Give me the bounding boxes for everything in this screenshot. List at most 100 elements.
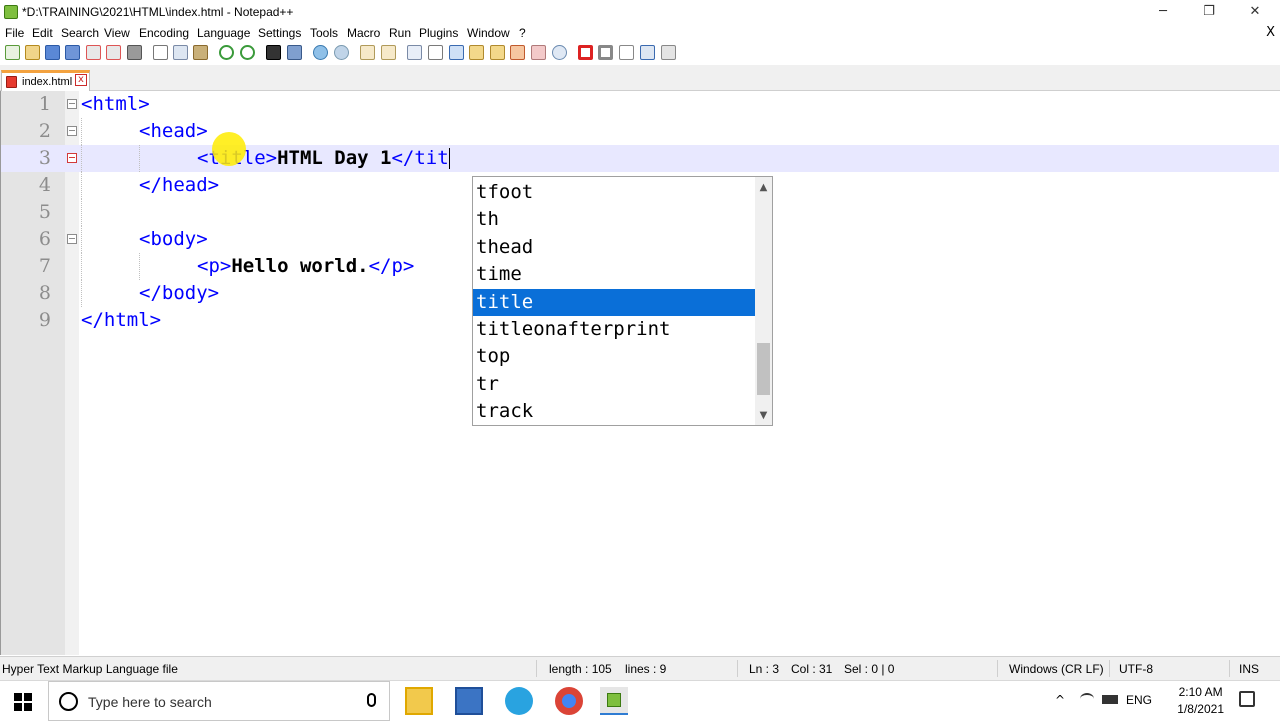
save-macro-icon[interactable] (661, 45, 676, 60)
sync-vertical-icon[interactable] (360, 45, 375, 60)
tab-close-icon[interactable]: x (75, 74, 87, 86)
toolbar (0, 43, 1280, 65)
user-language-icon[interactable] (469, 45, 484, 60)
menu-search[interactable]: Search (61, 26, 99, 40)
paste-icon[interactable] (193, 45, 208, 60)
line-number: 6 (38, 228, 51, 250)
fold-toggle-icon[interactable] (67, 153, 77, 163)
tray-overflow-chevron-icon[interactable]: ^ (1055, 693, 1065, 707)
tab-index-html[interactable]: index.html x (1, 70, 90, 91)
menu-encoding[interactable]: Encoding (139, 26, 189, 40)
menu-settings[interactable]: Settings (258, 26, 301, 40)
menu-file[interactable]: File (5, 26, 24, 40)
cut-icon[interactable] (153, 45, 168, 60)
scrollbar-thumb[interactable] (757, 343, 770, 395)
menu-help[interactable]: ? (519, 26, 526, 40)
windows-start-icon[interactable] (14, 693, 32, 711)
fold-toggle-icon[interactable] (67, 99, 77, 109)
autocomplete-scrollbar[interactable]: ▲ ▼ (755, 177, 772, 425)
find-icon[interactable] (266, 45, 281, 60)
autocomplete-item[interactable]: track (473, 398, 755, 425)
autocomplete-item[interactable]: tfoot (473, 179, 755, 206)
copy-icon[interactable] (173, 45, 188, 60)
monitoring-icon[interactable] (552, 45, 567, 60)
microphone-icon[interactable] (367, 693, 376, 707)
fold-toggle-icon[interactable] (67, 126, 77, 136)
undo-icon[interactable] (219, 45, 234, 60)
autocomplete-list[interactable]: tfoot th thead time title titleonafterpr… (472, 176, 773, 426)
eol-format-label[interactable]: Windows (CR LF) (1009, 662, 1104, 676)
file-explorer-icon[interactable] (405, 687, 433, 715)
code-text: <body> (139, 228, 208, 250)
taskbar-search-box[interactable]: Type here to search (48, 681, 390, 721)
replace-icon[interactable] (287, 45, 302, 60)
word-wrap-icon[interactable] (407, 45, 422, 60)
close-icon[interactable] (86, 45, 101, 60)
zoom-in-icon[interactable] (313, 45, 328, 60)
new-file-icon[interactable] (5, 45, 20, 60)
code-line-2[interactable]: 2 <head> (1, 118, 1279, 145)
encoding-label[interactable]: UTF-8 (1119, 662, 1153, 676)
menu-edit[interactable]: Edit (32, 26, 53, 40)
fold-toggle-icon[interactable] (67, 234, 77, 244)
wifi-icon[interactable] (1080, 693, 1094, 705)
line-number: 5 (38, 201, 51, 223)
tab-label: index.html (22, 76, 73, 88)
lines-label: lines : 9 (625, 662, 667, 676)
chrome-icon[interactable] (555, 687, 583, 715)
scroll-down-arrow-icon[interactable]: ▼ (755, 407, 772, 424)
code-line-1[interactable]: 1 <html> (1, 91, 1279, 118)
taskbar-clock[interactable]: 2:10 AM 1/8/2021 (1177, 684, 1224, 718)
autocomplete-item[interactable]: time (473, 261, 755, 288)
battery-icon[interactable] (1102, 695, 1118, 704)
status-divider (1109, 660, 1110, 677)
folder-workspace-icon[interactable] (531, 45, 546, 60)
close-document-icon[interactable]: X (1266, 25, 1275, 40)
selection-label: Sel : 0 | 0 (844, 662, 895, 676)
open-file-icon[interactable] (25, 45, 40, 60)
autocomplete-item[interactable]: th (473, 206, 755, 233)
status-divider (536, 660, 537, 677)
redo-icon[interactable] (240, 45, 255, 60)
close-all-icon[interactable] (106, 45, 121, 60)
run-macro-multiple-icon[interactable] (640, 45, 655, 60)
minimize-button[interactable]: ─ (1140, 0, 1186, 24)
notepadpp-taskbar-icon[interactable] (600, 687, 628, 715)
indent-guide (81, 199, 82, 226)
notifications-icon[interactable] (1239, 691, 1255, 707)
menu-plugins[interactable]: Plugins (419, 26, 458, 40)
restore-button[interactable]: ❐ (1186, 0, 1232, 24)
autocomplete-item[interactable]: thead (473, 234, 755, 261)
autocomplete-item-selected[interactable]: title (473, 289, 755, 316)
language-indicator[interactable]: ENG (1126, 693, 1152, 707)
indent-guide-icon[interactable] (449, 45, 464, 60)
code-line-3[interactable]: 3 <title>HTML Day 1</tit (1, 145, 1279, 172)
store-icon[interactable] (455, 687, 483, 715)
menu-window[interactable]: Window (467, 26, 510, 40)
insert-mode-label[interactable]: INS (1239, 662, 1259, 676)
line-number: 4 (38, 174, 51, 196)
menu-language[interactable]: Language (197, 26, 250, 40)
autocomplete-item[interactable]: top (473, 343, 755, 370)
menu-run[interactable]: Run (389, 26, 411, 40)
menu-view[interactable]: View (104, 26, 130, 40)
print-icon[interactable] (127, 45, 142, 60)
autocomplete-item[interactable]: titleonafterprint (473, 316, 755, 343)
menu-macro[interactable]: Macro (347, 26, 380, 40)
scroll-up-arrow-icon[interactable]: ▲ (755, 179, 772, 196)
play-macro-icon[interactable] (619, 45, 634, 60)
record-macro-icon[interactable] (578, 45, 593, 60)
show-all-characters-icon[interactable] (428, 45, 443, 60)
autocomplete-item[interactable]: tr (473, 371, 755, 398)
menu-tools[interactable]: Tools (310, 26, 338, 40)
close-window-button[interactable]: ✕ (1232, 0, 1278, 24)
function-list-icon[interactable] (510, 45, 525, 60)
stop-macro-icon[interactable] (598, 45, 613, 60)
save-icon[interactable] (45, 45, 60, 60)
save-all-icon[interactable] (65, 45, 80, 60)
telegram-icon[interactable] (505, 687, 533, 715)
doc-map-icon[interactable] (490, 45, 505, 60)
indent-guide (81, 145, 82, 172)
sync-horizontal-icon[interactable] (381, 45, 396, 60)
zoom-out-icon[interactable] (334, 45, 349, 60)
